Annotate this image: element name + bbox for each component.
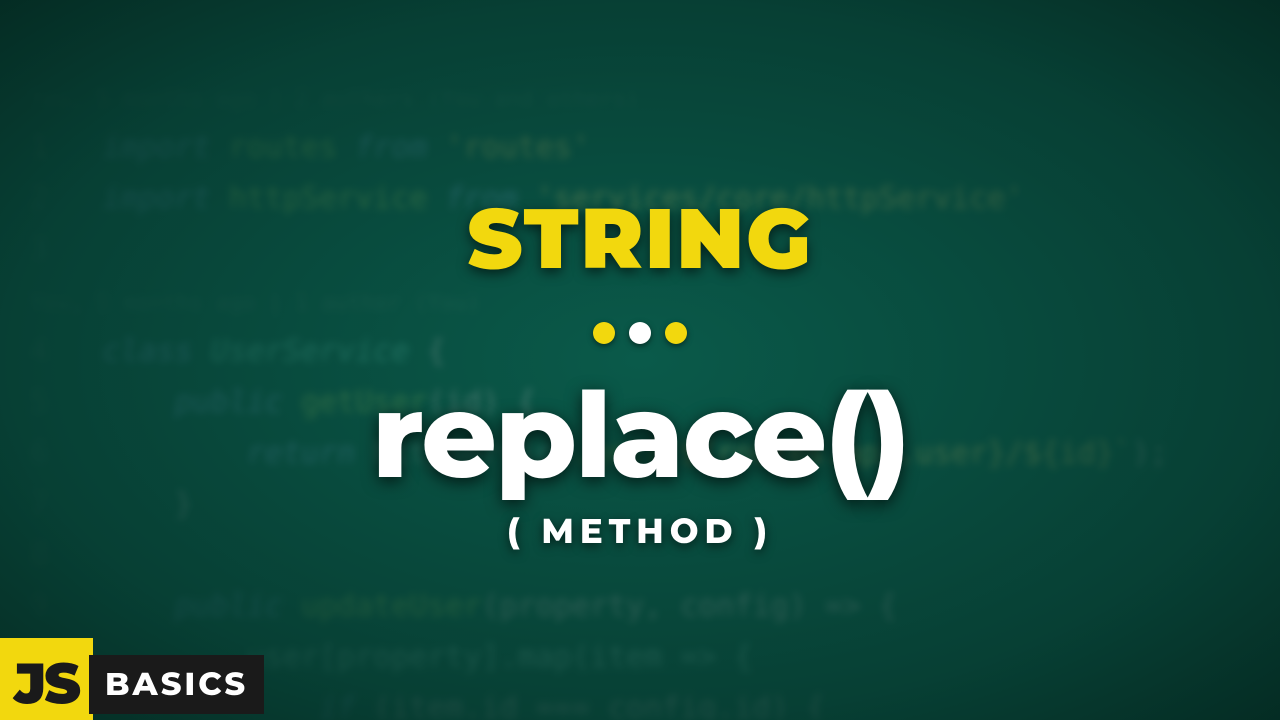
separator-dots (593, 322, 687, 344)
main-content: STRING replace() ( METHOD ) (0, 0, 1280, 720)
title-string: STRING (467, 188, 812, 290)
dot-icon (629, 322, 651, 344)
badge-basics: BASICS (89, 655, 264, 714)
method-label: ( METHOD ) (507, 510, 773, 552)
method-name: replace() (372, 376, 908, 494)
badge-js: JS (0, 638, 93, 720)
dot-icon (593, 322, 615, 344)
js-basics-badge: JS BASICS (0, 638, 264, 720)
dot-icon (665, 322, 687, 344)
